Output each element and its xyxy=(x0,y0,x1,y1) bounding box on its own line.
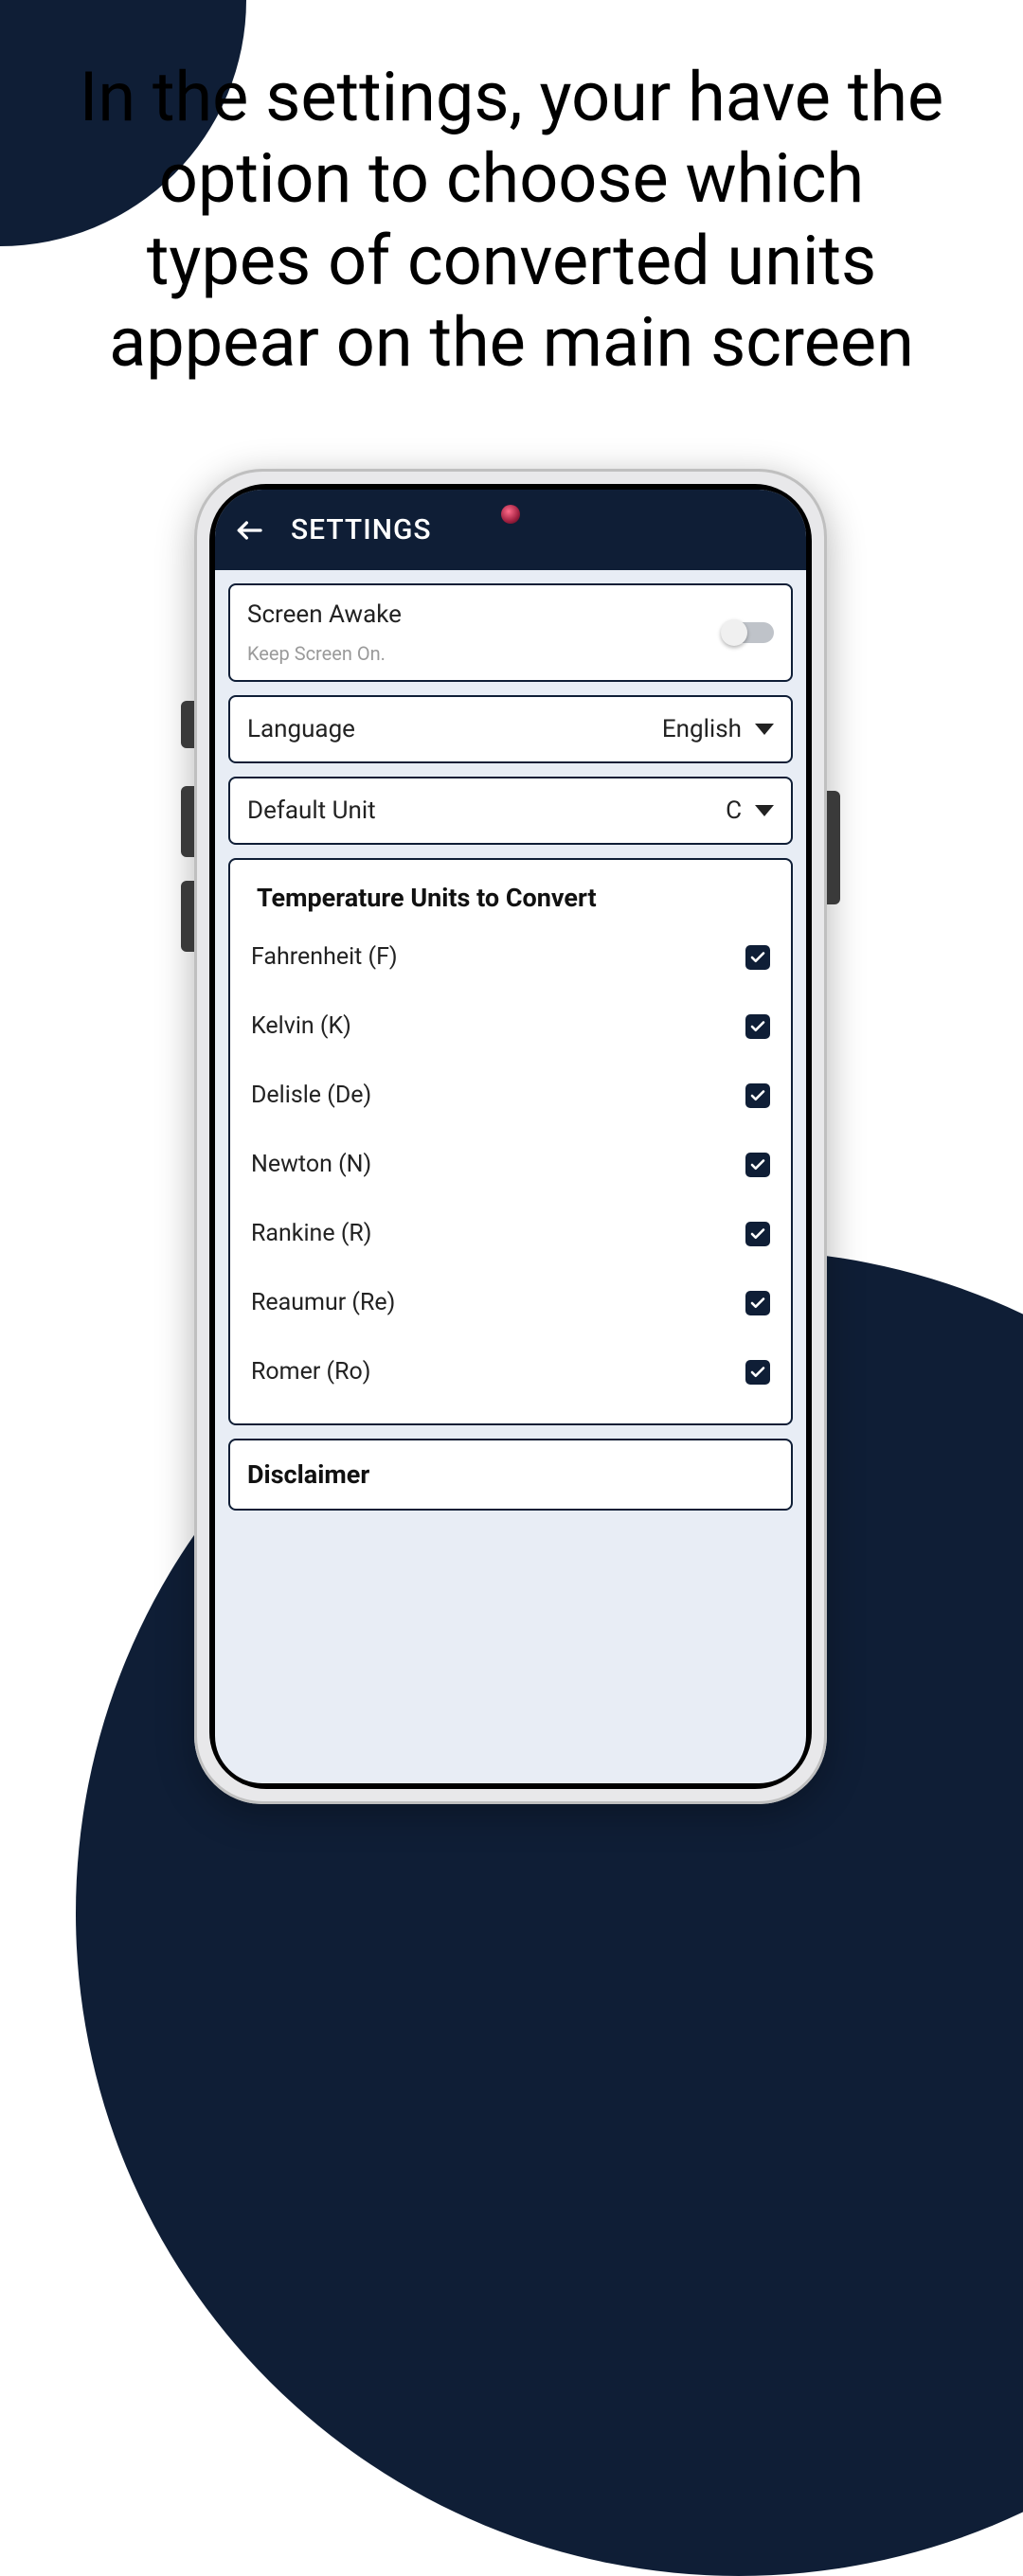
unit-checkbox[interactable] xyxy=(745,1083,770,1108)
chevron-down-icon xyxy=(755,805,774,816)
chevron-down-icon xyxy=(755,724,774,735)
select-value: C xyxy=(726,796,742,825)
default-unit-select[interactable]: Default Unit C xyxy=(228,777,793,845)
unit-label: Reaumur (Re) xyxy=(251,1289,395,1316)
units-list: Fahrenheit (F) Kelvin (K) Delisle (De) Newt… xyxy=(247,922,774,1406)
unit-checkbox[interactable] xyxy=(745,1360,770,1385)
appbar: SETTINGS xyxy=(215,490,806,570)
unit-checkbox[interactable] xyxy=(745,1014,770,1039)
toggle-thumb xyxy=(721,619,747,646)
unit-checkbox[interactable] xyxy=(745,1291,770,1315)
settings-content: Screen Awake Keep Screen On. Language En… xyxy=(215,570,806,1783)
phone-side-button xyxy=(181,701,194,748)
unit-row[interactable]: Rankine (R) xyxy=(247,1199,774,1268)
promo-headline: In the settings, your have the option to… xyxy=(76,57,947,385)
select-value: English xyxy=(662,715,742,743)
unit-row[interactable]: Delisle (De) xyxy=(247,1061,774,1130)
app-screen: SETTINGS Screen Awake Keep Screen On. xyxy=(215,490,806,1783)
select-label: Default Unit xyxy=(247,796,376,825)
phone-camera-dot xyxy=(501,505,520,524)
unit-label: Romer (Ro) xyxy=(251,1358,370,1386)
unit-label: Newton (N) xyxy=(251,1151,371,1178)
appbar-title: SETTINGS xyxy=(291,513,432,546)
unit-checkbox[interactable] xyxy=(745,1153,770,1177)
unit-checkbox[interactable] xyxy=(745,1222,770,1246)
phone-side-button xyxy=(181,786,194,857)
unit-label: Rankine (R) xyxy=(251,1220,372,1247)
disclaimer-card[interactable]: Disclaimer xyxy=(228,1439,793,1511)
back-arrow-icon[interactable] xyxy=(234,515,264,546)
phone-mockup: SETTINGS Screen Awake Keep Screen On. xyxy=(194,469,827,1804)
phone-side-button xyxy=(827,791,840,904)
phone-side-button xyxy=(181,881,194,952)
units-to-convert-card: Temperature Units to Convert Fahrenheit … xyxy=(228,858,793,1425)
unit-label: Fahrenheit (F) xyxy=(251,943,398,971)
screen-awake-toggle[interactable] xyxy=(725,622,774,643)
unit-row[interactable]: Romer (Ro) xyxy=(247,1337,774,1406)
unit-row[interactable]: Kelvin (K) xyxy=(247,992,774,1061)
select-label: Language xyxy=(247,715,355,743)
unit-row[interactable]: Reaumur (Re) xyxy=(247,1268,774,1337)
screen-awake-setting[interactable]: Screen Awake Keep Screen On. xyxy=(228,583,793,682)
disclaimer-title: Disclaimer xyxy=(247,1459,774,1490)
units-section-title: Temperature Units to Convert xyxy=(247,883,774,913)
language-select[interactable]: Language English xyxy=(228,695,793,763)
unit-row[interactable]: Fahrenheit (F) xyxy=(247,922,774,992)
setting-title: Screen Awake xyxy=(247,600,402,629)
unit-row[interactable]: Newton (N) xyxy=(247,1130,774,1199)
unit-label: Kelvin (K) xyxy=(251,1012,351,1040)
setting-subtitle: Keep Screen On. xyxy=(247,642,402,665)
unit-label: Delisle (De) xyxy=(251,1082,371,1109)
unit-checkbox[interactable] xyxy=(745,945,770,970)
